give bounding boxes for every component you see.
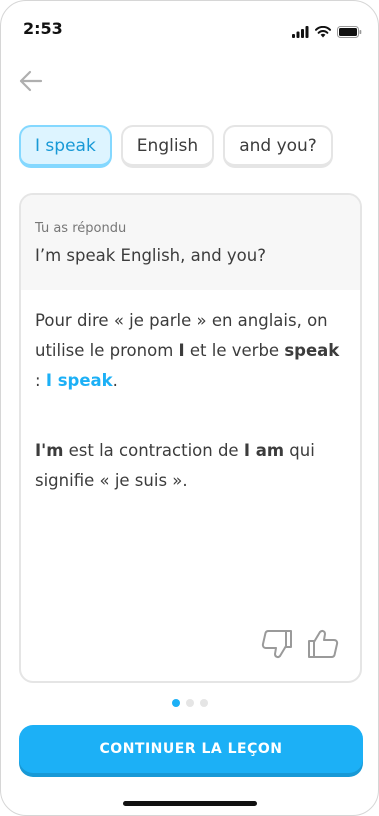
status-time: 2:53: [23, 19, 63, 38]
signal-icon: [292, 23, 309, 42]
chip-i-speak[interactable]: I speak: [19, 125, 112, 168]
word-bank: I speak English and you?: [19, 125, 333, 168]
explanation-card: Tu as répondu I’m speak English, and you…: [19, 193, 362, 683]
chip-and-you[interactable]: and you?: [223, 125, 333, 168]
highlighted-term: I speak: [45, 371, 113, 390]
text-segment: est la contraction de: [63, 441, 244, 460]
wifi-icon: [315, 23, 331, 42]
battery-icon: [337, 23, 362, 42]
text-segment: .: [112, 371, 118, 390]
status-bar: 2:53: [1, 1, 378, 57]
feedback-buttons: [260, 627, 340, 661]
continue-lesson-button[interactable]: CONTINUER LA LEÇON: [19, 725, 363, 773]
home-indicator[interactable]: [123, 801, 257, 806]
user-answer-box: Tu as répondu I’m speak English, and you…: [21, 195, 360, 290]
explanation-paragraph-2: I'm est la contraction de I am qui signi…: [35, 436, 346, 496]
status-icons: [292, 23, 362, 42]
bold-term: I am: [243, 441, 285, 460]
pagination-dot-1[interactable]: [171, 699, 180, 707]
pagination-dot-3[interactable]: [199, 699, 208, 707]
text-segment: et le verbe: [184, 341, 285, 360]
pagination-dot-2[interactable]: [185, 699, 194, 707]
bold-term: speak: [284, 341, 340, 360]
phone-screen: 2:53 I speak English and you? Tu as répo…: [0, 0, 379, 816]
text-segment: :: [35, 371, 46, 390]
back-arrow-icon[interactable]: [17, 67, 45, 95]
pagination-dots: [1, 699, 378, 707]
answer-text: I’m speak English, and you?: [35, 246, 266, 265]
explanation-text: Pour dire « je parle » en anglais, on ut…: [21, 290, 360, 496]
answer-label: Tu as répondu: [35, 221, 127, 236]
explanation-paragraph-1: Pour dire « je parle » en anglais, on ut…: [35, 306, 346, 396]
chip-english[interactable]: English: [120, 125, 215, 168]
thumbs-up-icon[interactable]: [306, 627, 340, 661]
bold-term: I'm: [35, 441, 64, 460]
thumbs-down-icon[interactable]: [260, 627, 294, 661]
